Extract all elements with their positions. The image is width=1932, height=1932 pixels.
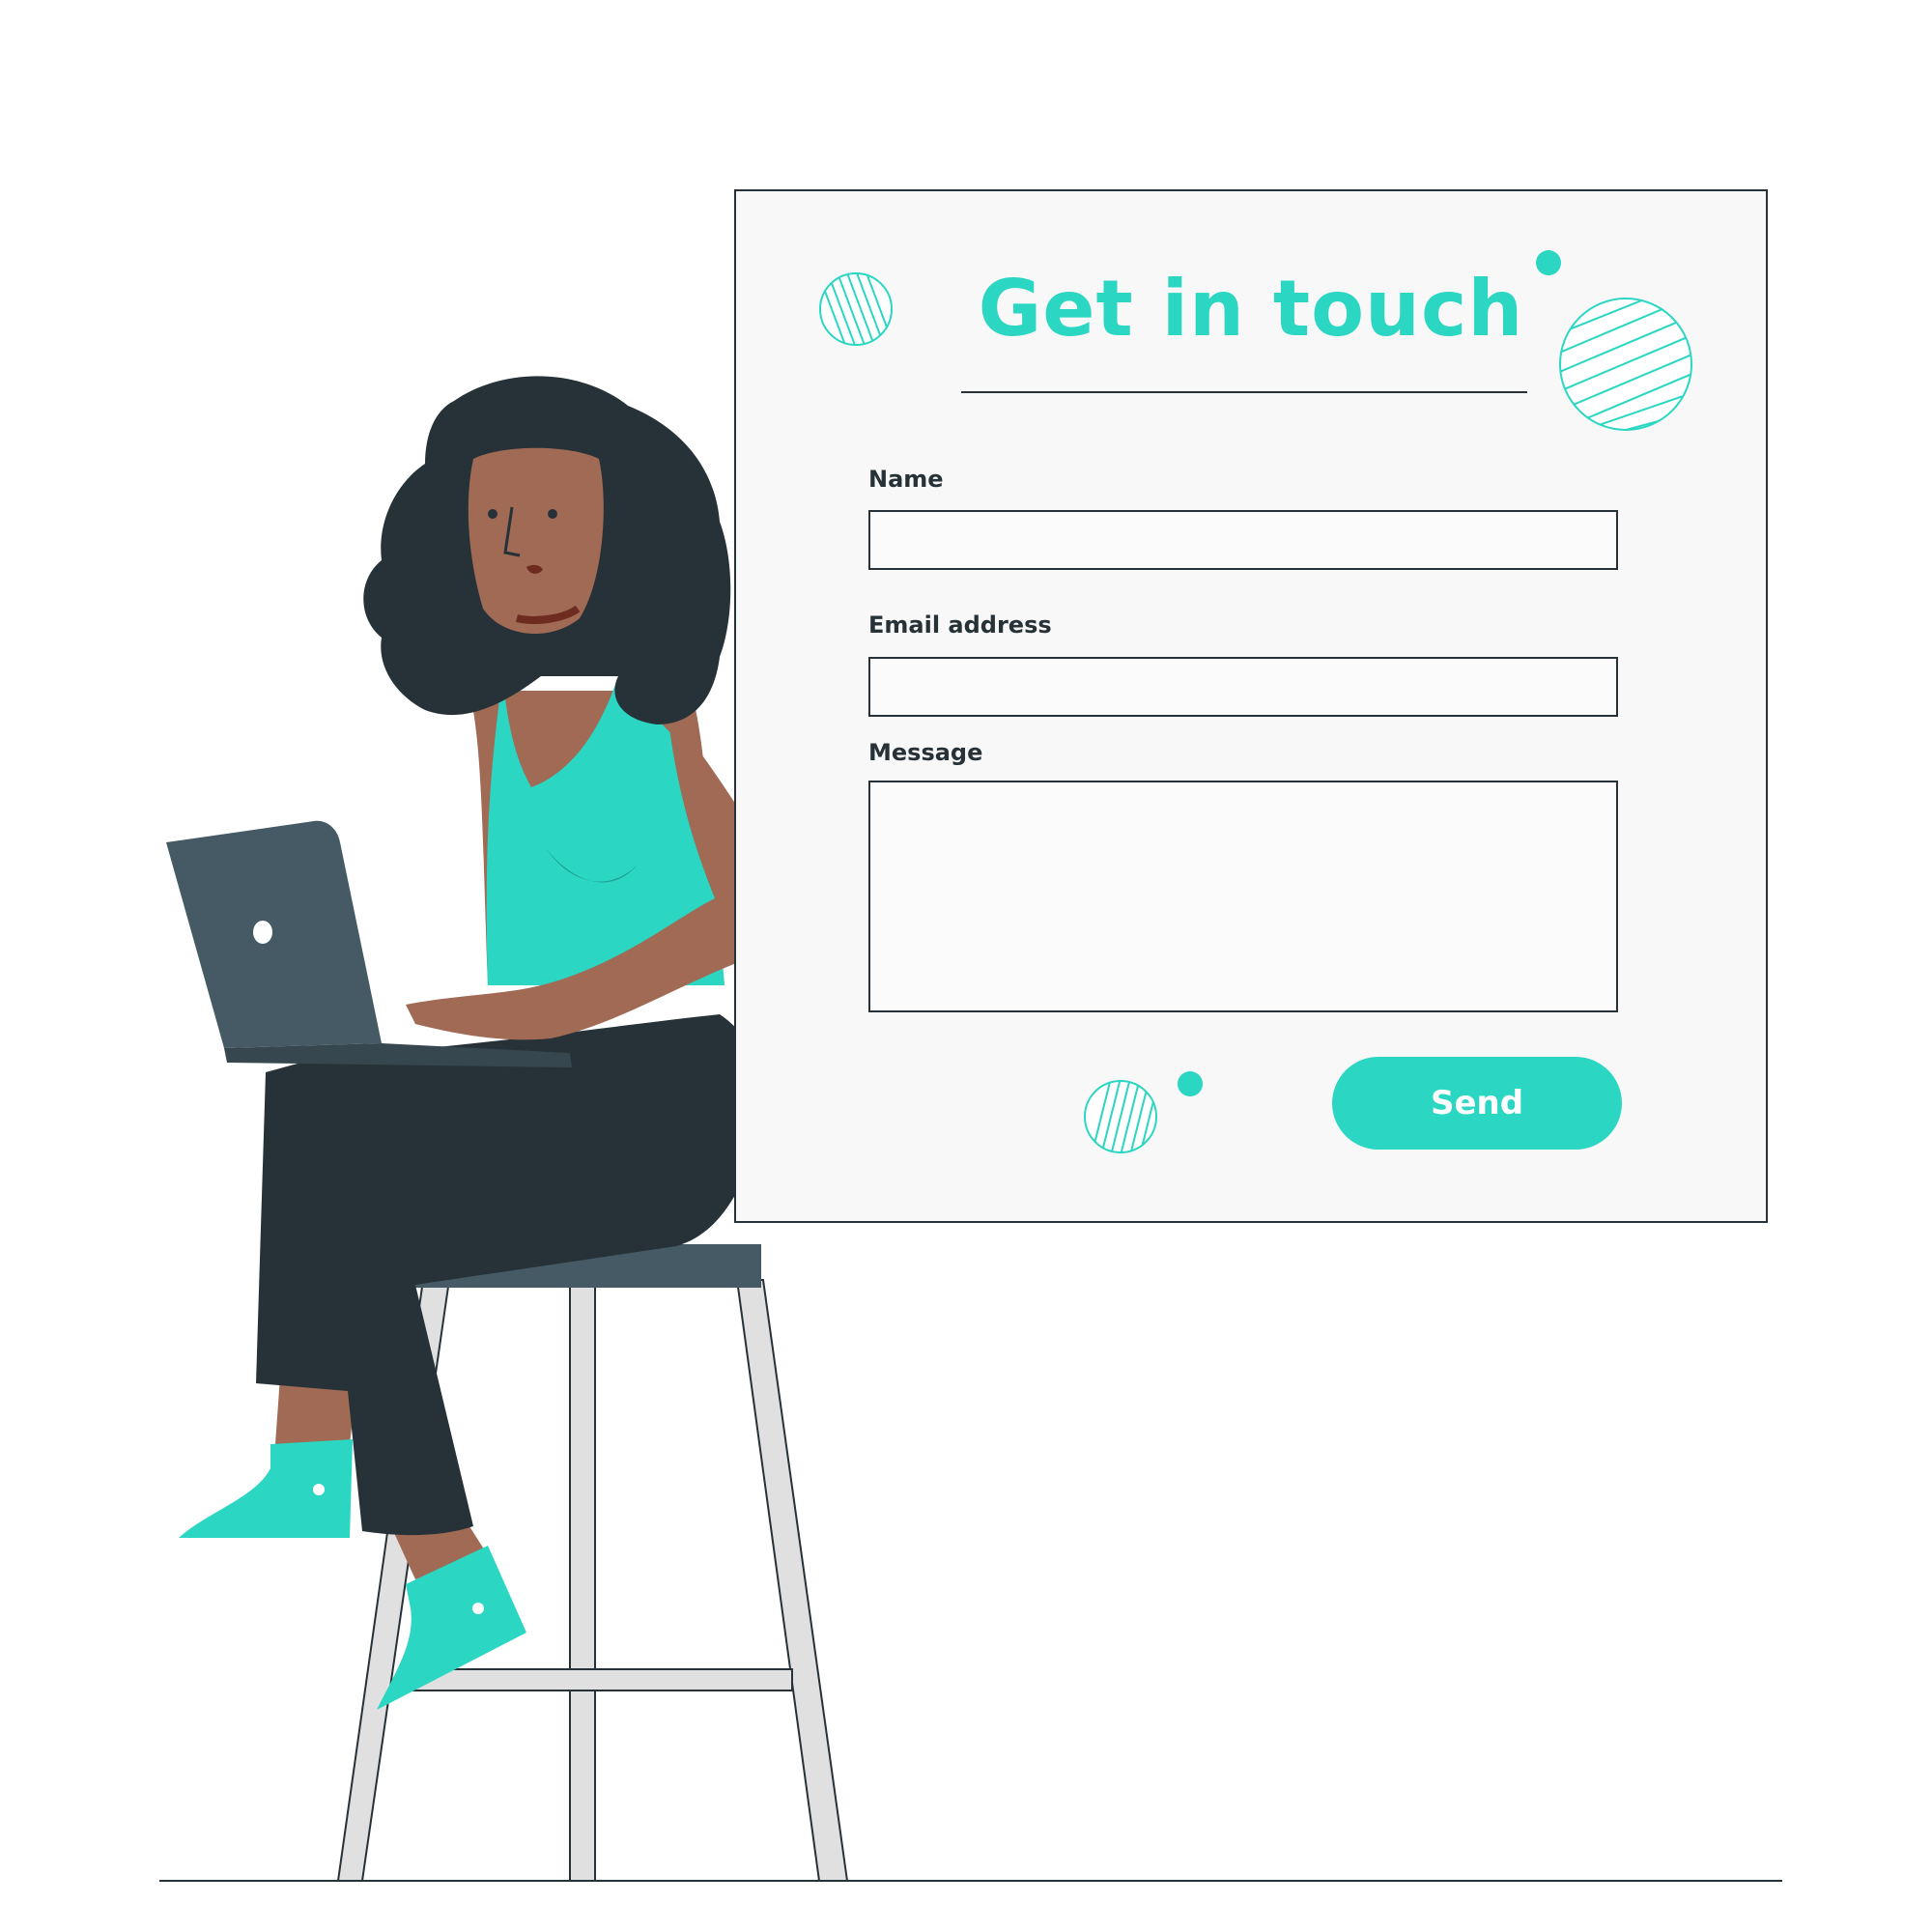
name-label: Name <box>868 466 944 493</box>
send-button[interactable]: Send <box>1332 1057 1622 1150</box>
email-label: Email address <box>868 611 1052 639</box>
message-field-box <box>868 781 1618 1012</box>
title-divider <box>961 391 1527 393</box>
hatched-circle-icon <box>1084 1080 1157 1153</box>
email-field[interactable] <box>870 659 1616 715</box>
hatched-circle-icon <box>819 272 893 346</box>
teal-dot-icon <box>1536 250 1561 275</box>
message-label: Message <box>868 739 983 766</box>
teal-dot-icon <box>1178 1071 1203 1096</box>
email-field-box <box>868 657 1618 717</box>
name-field[interactable] <box>870 512 1616 568</box>
laptop-logo-icon <box>253 921 272 944</box>
contact-form-panel: Get in touch Name Email address Message … <box>734 189 1768 1223</box>
hatched-circle-icon <box>1559 298 1692 431</box>
message-field[interactable] <box>870 782 1616 1010</box>
name-field-box <box>868 510 1618 570</box>
person-face <box>468 447 604 635</box>
